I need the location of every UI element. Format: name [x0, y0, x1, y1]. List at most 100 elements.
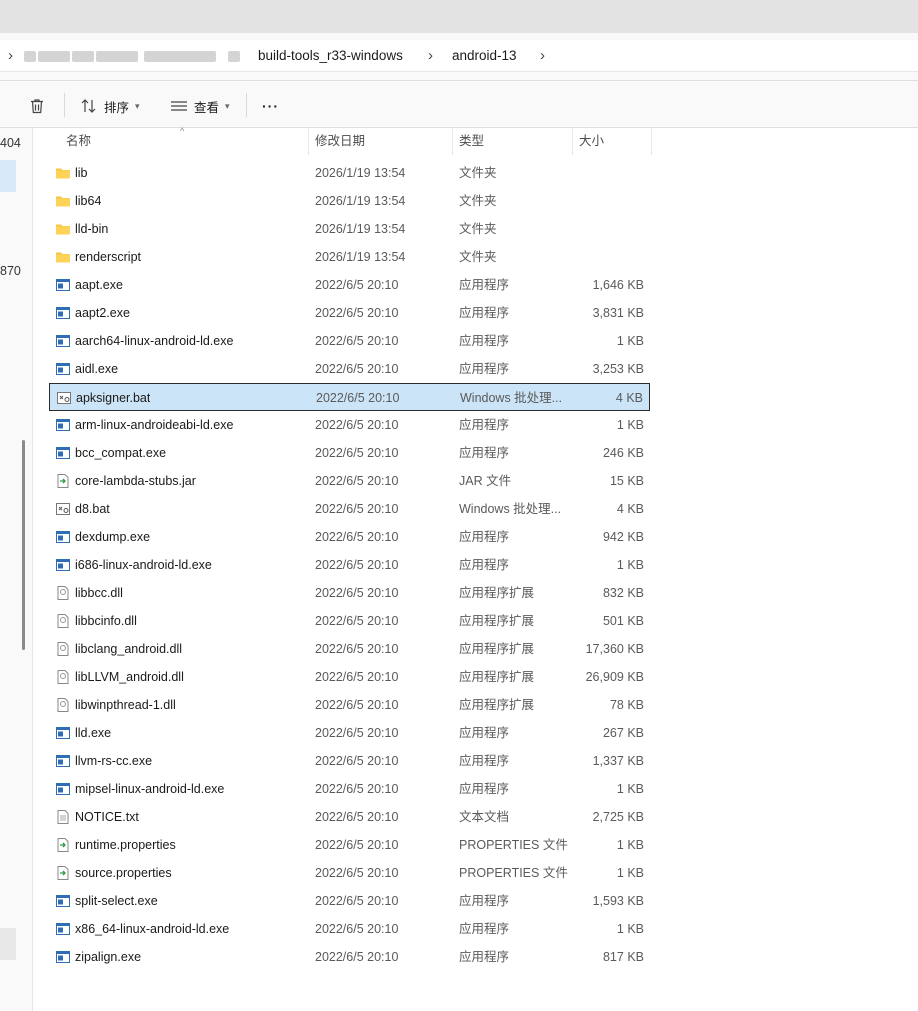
file-modified-date: 2022/6/5 20:10: [316, 391, 400, 405]
file-type: PROPERTIES 文件: [459, 866, 568, 880]
file-row[interactable]: renderscript 2026/1/19 13:54 文件夹: [49, 243, 650, 271]
file-row[interactable]: lld.exe 2022/6/5 20:10 应用程序 267 KB: [49, 719, 650, 747]
column-header-date[interactable]: 修改日期: [315, 128, 365, 155]
file-modified-date: 2022/6/5 20:10: [315, 474, 399, 488]
file-name: d8.bat: [75, 502, 110, 516]
file-modified-date: 2026/1/19 13:54: [315, 222, 406, 236]
file-row[interactable]: libwinpthread-1.dll 2022/6/5 20:10 应用程序扩展 7…: [49, 691, 650, 719]
chevron-down-icon: ▾: [135, 100, 140, 111]
file-row[interactable]: libbcc.dll 2022/6/5 20:10 应用程序扩展 832 KB: [49, 579, 650, 607]
sort-label: 排序: [104, 100, 130, 115]
file-type: 应用程序: [459, 278, 510, 292]
folder-icon: [55, 221, 71, 237]
application-icon: [55, 921, 71, 937]
address-bar-area: › build-tools_r33-windows › android-13 ›: [0, 33, 918, 80]
breadcrumb-chevron-icon[interactable]: ›: [540, 40, 545, 72]
nav-item-truncated[interactable]: 870: [0, 264, 21, 278]
file-modified-date: 2022/6/5 20:10: [315, 586, 399, 600]
column-divider[interactable]: [651, 128, 652, 155]
nav-item-selected[interactable]: [0, 160, 16, 192]
file-row[interactable]: split-select.exe 2022/6/5 20:10 应用程序 1,593 …: [49, 887, 650, 915]
file-row[interactable]: mipsel-linux-android-ld.exe 2022/6/5 20:1…: [49, 775, 650, 803]
file-name: renderscript: [75, 250, 141, 264]
file-size: 1 KB: [616, 838, 644, 852]
redacted-path-segment: [38, 51, 70, 62]
batch-file-icon: [56, 390, 72, 406]
file-row[interactable]: NOTICE.txt 2022/6/5 20:10 文本文档 2,725 KB: [49, 803, 650, 831]
file-type: 应用程序: [459, 418, 510, 432]
file-type: 应用程序: [459, 558, 510, 572]
file-modified-date: 2022/6/5 20:10: [315, 726, 399, 740]
file-row[interactable]: aapt2.exe 2022/6/5 20:10 应用程序 3,831 KB: [49, 299, 650, 327]
batch-file-icon: [55, 501, 71, 517]
file-row[interactable]: d8.bat 2022/6/5 20:10 Windows 批处理... 4 KB: [49, 495, 650, 523]
file-row[interactable]: x86_64-linux-android-ld.exe 2022/6/5 20:1…: [49, 915, 650, 943]
more-options-button[interactable]: ···: [262, 93, 279, 119]
breadcrumb-android-13[interactable]: android-13: [452, 40, 517, 72]
file-type: 应用程序: [459, 754, 510, 768]
file-row[interactable]: aapt.exe 2022/6/5 20:10 应用程序 1,646 KB: [49, 271, 650, 299]
file-modified-date: 2026/1/19 13:54: [315, 250, 406, 264]
breadcrumb-build-tools[interactable]: build-tools_r33-windows: [258, 40, 403, 72]
file-row[interactable]: libclang_android.dll 2022/6/5 20:10 应用程序扩展…: [49, 635, 650, 663]
breadcrumb-chevron-icon[interactable]: ›: [428, 40, 433, 72]
column-divider[interactable]: [308, 128, 309, 155]
nav-scrollbar[interactable]: [22, 440, 25, 650]
file-row[interactable]: bcc_compat.exe 2022/6/5 20:10 应用程序 246 KB: [49, 439, 650, 467]
column-divider[interactable]: [572, 128, 573, 155]
application-icon: [55, 361, 71, 377]
file-modified-date: 2022/6/5 20:10: [315, 922, 399, 936]
column-header-type[interactable]: 类型: [459, 128, 484, 155]
column-header-name[interactable]: 名称: [66, 128, 91, 155]
file-row[interactable]: libLLVM_android.dll 2022/6/5 20:10 应用程序扩展 2…: [49, 663, 650, 691]
redacted-path-segment: [24, 51, 36, 62]
dll-file-icon: [55, 697, 71, 713]
file-type: 文本文档: [459, 810, 510, 824]
file-row[interactable]: core-lambda-stubs.jar 2022/6/5 20:10 JAR 文…: [49, 467, 650, 495]
delete-button[interactable]: [28, 93, 46, 119]
file-row[interactable]: lib 2026/1/19 13:54 文件夹: [49, 159, 650, 187]
navigation-pane[interactable]: 404 870: [0, 128, 33, 1011]
file-row[interactable]: aarch64-linux-android-ld.exe 2022/6/5 20:…: [49, 327, 650, 355]
file-row[interactable]: lld-bin 2026/1/19 13:54 文件夹: [49, 215, 650, 243]
file-row[interactable]: lib64 2026/1/19 13:54 文件夹: [49, 187, 650, 215]
nav-item-hover[interactable]: [0, 928, 16, 960]
file-name: split-select.exe: [75, 894, 158, 908]
breadcrumb-chevron-icon[interactable]: ›: [8, 40, 13, 72]
address-bar[interactable]: › build-tools_r33-windows › android-13 ›: [0, 40, 918, 72]
file-size: 15 KB: [609, 474, 644, 488]
file-modified-date: 2022/6/5 20:10: [315, 754, 399, 768]
column-divider[interactable]: [452, 128, 453, 155]
file-size: 1 KB: [616, 418, 644, 432]
file-row[interactable]: source.properties 2022/6/5 20:10 PROPERTIE…: [49, 859, 650, 887]
file-name: libLLVM_android.dll: [75, 670, 184, 684]
file-name: lib: [75, 166, 88, 180]
file-modified-date: 2026/1/19 13:54: [315, 194, 406, 208]
file-row[interactable]: apksigner.bat 2022/6/5 20:10 Windows 批处理..…: [49, 383, 650, 411]
dll-file-icon: [55, 613, 71, 629]
file-row[interactable]: i686-linux-android-ld.exe 2022/6/5 20:10 应…: [49, 551, 650, 579]
application-icon: [55, 305, 71, 321]
file-row[interactable]: runtime.properties 2022/6/5 20:10 PROPERTI…: [49, 831, 650, 859]
column-header-size[interactable]: 大小: [579, 128, 604, 155]
file-size: 1 KB: [616, 866, 644, 880]
file-modified-date: 2022/6/5 20:10: [315, 334, 399, 348]
toolbar-divider: [246, 93, 247, 117]
file-name: aarch64-linux-android-ld.exe: [75, 334, 234, 348]
file-row[interactable]: aidl.exe 2022/6/5 20:10 应用程序 3,253 KB: [49, 355, 650, 383]
file-row[interactable]: libbcinfo.dll 2022/6/5 20:10 应用程序扩展 501 KB: [49, 607, 650, 635]
file-size: 3,831 KB: [592, 306, 644, 320]
file-modified-date: 2022/6/5 20:10: [315, 670, 399, 684]
file-size: 17,360 KB: [585, 642, 644, 656]
file-row[interactable]: dexdump.exe 2022/6/5 20:10 应用程序 942 KB: [49, 523, 650, 551]
file-name: i686-linux-android-ld.exe: [75, 558, 212, 572]
view-button[interactable]: 查看 ▾: [170, 93, 230, 119]
file-size: 1,593 KB: [592, 894, 644, 908]
file-size: 26,909 KB: [585, 670, 644, 684]
file-row[interactable]: zipalign.exe 2022/6/5 20:10 应用程序 817 KB: [49, 943, 650, 971]
sort-button[interactable]: 排序 ▾: [80, 93, 140, 119]
file-row[interactable]: arm-linux-androideabi-ld.exe 2022/6/5 20:…: [49, 411, 650, 439]
jar-file-icon: [55, 473, 71, 489]
nav-item-truncated[interactable]: 404: [0, 136, 21, 150]
file-row[interactable]: llvm-rs-cc.exe 2022/6/5 20:10 应用程序 1,337 KB: [49, 747, 650, 775]
